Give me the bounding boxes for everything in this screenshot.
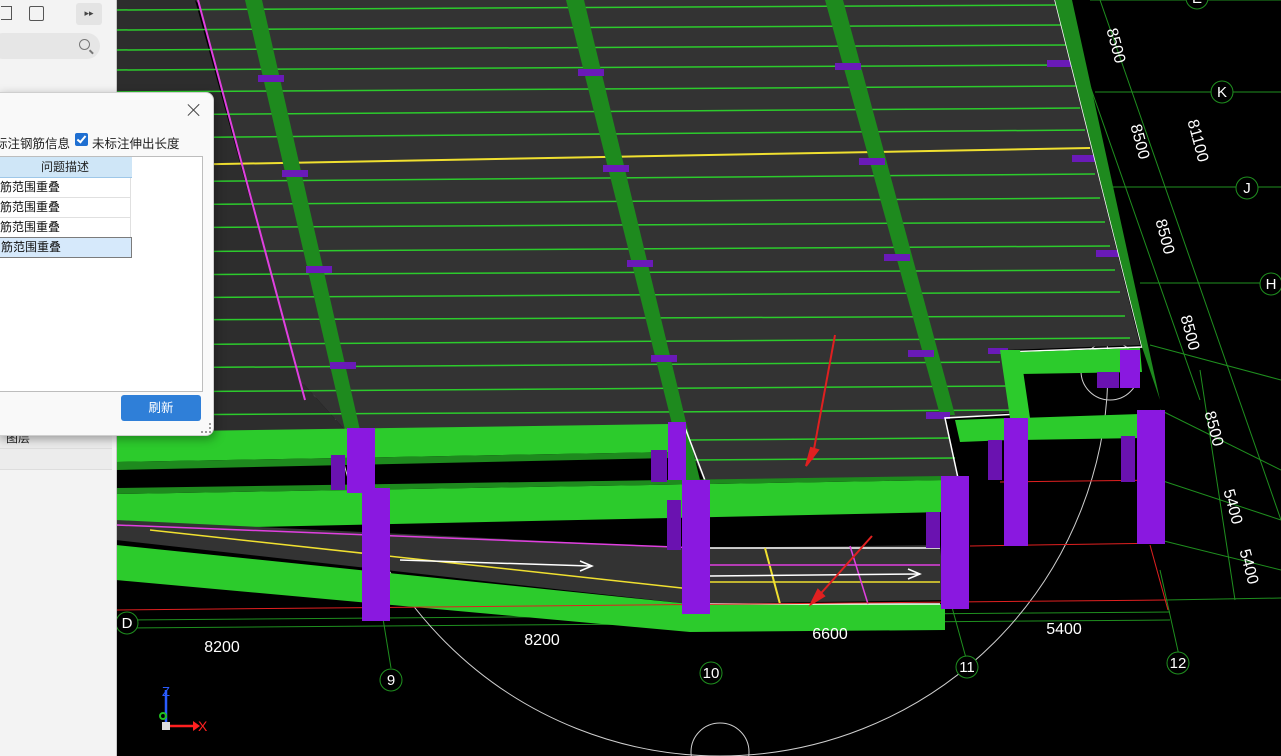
panel-row-label: 图 xyxy=(0,452,1,466)
panel-row-2[interactable]: 图 xyxy=(0,449,112,470)
toolbar-button-1[interactable] xyxy=(0,2,18,24)
dim-bottom-1: 8200 xyxy=(204,639,240,656)
grid-label-10: 10 xyxy=(703,665,720,682)
grid-label-11: 11 xyxy=(959,659,975,676)
grid-label-D: D xyxy=(122,615,133,632)
axis-z-label: Z xyxy=(162,684,170,699)
axis-x-label: X xyxy=(198,718,208,734)
issues-table: 问题描述 筋范围重叠 筋范围重叠 筋范围重叠 筋范围重叠 xyxy=(0,156,203,392)
grid-label-H: H xyxy=(1266,276,1277,293)
resize-grip-icon[interactable] xyxy=(201,423,211,433)
search-input[interactable] xyxy=(0,33,100,59)
table-row[interactable]: 筋范围重叠 xyxy=(0,198,131,218)
check-dialog: 标注钢筋信息 未标注伸出长度 问题描述 筋范围重叠 筋范围重叠 筋范围重叠 筋范… xyxy=(0,92,214,436)
dim-bottom-2: 8200 xyxy=(524,632,560,649)
dim-bottom-4: 5400 xyxy=(1046,621,1082,638)
grid-label-12: 12 xyxy=(1170,655,1187,672)
table-row[interactable]: 筋范围重叠 xyxy=(0,178,131,198)
panel-grid-icon xyxy=(0,6,12,20)
refresh-button[interactable]: 刷新 xyxy=(121,395,201,421)
double-chevron-right-icon: ▸▸ xyxy=(84,9,94,19)
unlabeled-extension-checkbox[interactable] xyxy=(75,133,88,146)
grid-label-J: J xyxy=(1243,180,1251,197)
close-button[interactable] xyxy=(187,103,201,117)
toolbar-button-2[interactable] xyxy=(24,2,48,24)
search-icon xyxy=(79,39,90,50)
dim-bottom-3: 6600 xyxy=(812,626,848,643)
grid-label-E: E xyxy=(1192,0,1202,7)
grid-label-K: K xyxy=(1217,84,1227,101)
option-label-rebar-info: 标注钢筋信息 xyxy=(0,136,71,151)
grid-label-9: 9 xyxy=(387,672,395,689)
save-icon xyxy=(28,5,44,21)
expand-button[interactable]: ▸▸ xyxy=(76,3,102,25)
table-row-selected[interactable]: 筋范围重叠 xyxy=(0,237,132,258)
table-row[interactable]: 筋范围重叠 xyxy=(0,218,131,238)
option-label-unlabeled-extension: 未标注伸出长度 xyxy=(92,136,180,151)
table-header-description: 问题描述 xyxy=(0,157,132,178)
